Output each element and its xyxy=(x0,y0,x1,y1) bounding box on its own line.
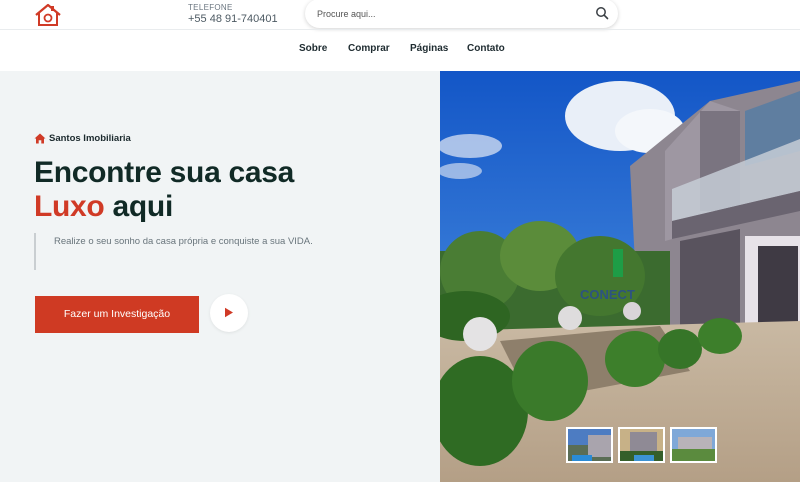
headline-accent: Luxo xyxy=(34,190,105,223)
search-box xyxy=(305,0,618,28)
play-icon xyxy=(225,307,233,318)
investigate-button[interactable]: Fazer um Investigação xyxy=(35,296,199,333)
hero-house-image: CONECT xyxy=(440,71,800,482)
thumb-1[interactable] xyxy=(566,427,613,463)
hero-headline: Encontre sua casa Luxo aqui xyxy=(34,156,414,224)
page-bottom xyxy=(0,482,800,499)
house-photo: CONECT xyxy=(440,71,800,482)
nav-item-contato[interactable]: Contato xyxy=(467,43,505,54)
house-icon xyxy=(34,133,46,144)
nav-item-paginas[interactable]: Páginas xyxy=(410,43,448,54)
hero-description: Realize o seu sonho da casa própria e co… xyxy=(34,233,324,270)
play-video-button[interactable] xyxy=(210,294,248,332)
thumb-2[interactable] xyxy=(618,427,665,463)
top-header: TELEFONE +55 48 91-740401 xyxy=(0,0,800,29)
header-divider xyxy=(0,29,800,30)
brand-name: Santos Imobiliaria xyxy=(49,133,131,144)
search-input[interactable] xyxy=(317,6,577,22)
nav-item-comprar[interactable]: Comprar xyxy=(348,43,390,54)
headline-line1: Encontre sua casa xyxy=(34,156,295,189)
main-nav: Sobre Comprar Páginas Contato xyxy=(0,39,800,61)
phone-label: TELEFONE xyxy=(188,3,233,12)
nav-item-sobre[interactable]: Sobre xyxy=(299,43,327,54)
description-text: Realize o seu sonho da casa própria e co… xyxy=(54,236,313,247)
search-icon[interactable] xyxy=(595,6,609,20)
phone-number[interactable]: +55 48 91-740401 xyxy=(188,14,278,25)
house-logo-icon[interactable] xyxy=(34,3,62,27)
image-watermark: CONECT xyxy=(580,287,635,302)
thumb-3[interactable] xyxy=(670,427,717,463)
phone-contact: TELEFONE +55 48 91-740401 xyxy=(188,4,278,25)
headline-rest: aqui xyxy=(112,190,174,223)
